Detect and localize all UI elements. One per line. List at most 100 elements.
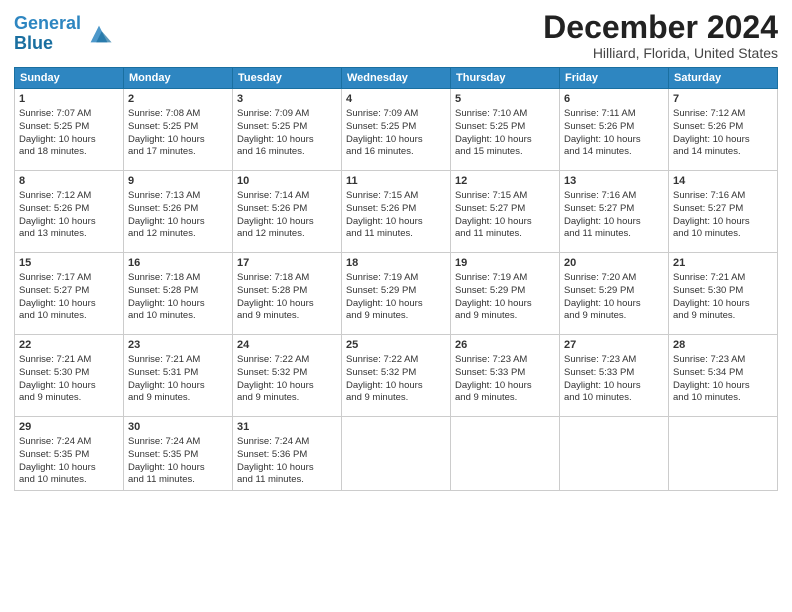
calendar-cell: 8Sunrise: 7:12 AMSunset: 5:26 PMDaylight… xyxy=(15,171,124,253)
day-number: 25 xyxy=(346,338,446,353)
day-number: 3 xyxy=(237,92,337,107)
day-info-line: Daylight: 10 hours xyxy=(19,462,119,475)
day-info-line: Sunset: 5:28 PM xyxy=(237,285,337,298)
day-info-line: Sunrise: 7:18 AM xyxy=(128,272,228,285)
day-info-line: Sunset: 5:36 PM xyxy=(237,449,337,462)
day-info-line: Sunset: 5:30 PM xyxy=(19,367,119,380)
day-info-line: and 9 minutes. xyxy=(455,310,555,323)
day-info-line: Daylight: 10 hours xyxy=(564,380,664,393)
calendar-cell: 2Sunrise: 7:08 AMSunset: 5:25 PMDaylight… xyxy=(124,89,233,171)
day-info-line: Daylight: 10 hours xyxy=(237,462,337,475)
day-info-line: and 11 minutes. xyxy=(128,474,228,487)
week-row: 29Sunrise: 7:24 AMSunset: 5:35 PMDayligh… xyxy=(15,417,778,491)
calendar-header-row: SundayMondayTuesdayWednesdayThursdayFrid… xyxy=(15,68,778,89)
col-header-wednesday: Wednesday xyxy=(342,68,451,89)
day-number: 10 xyxy=(237,174,337,189)
day-info-line: and 14 minutes. xyxy=(564,146,664,159)
day-info-line: Sunrise: 7:24 AM xyxy=(19,436,119,449)
day-info-line: Sunrise: 7:23 AM xyxy=(455,354,555,367)
day-number: 1 xyxy=(19,92,119,107)
day-info-line: Sunrise: 7:08 AM xyxy=(128,108,228,121)
day-info-line: Daylight: 10 hours xyxy=(128,380,228,393)
day-info-line: Daylight: 10 hours xyxy=(128,134,228,147)
calendar-cell: 28Sunrise: 7:23 AMSunset: 5:34 PMDayligh… xyxy=(669,335,778,417)
day-info-line: Daylight: 10 hours xyxy=(19,216,119,229)
day-number: 7 xyxy=(673,92,773,107)
calendar-cell: 13Sunrise: 7:16 AMSunset: 5:27 PMDayligh… xyxy=(560,171,669,253)
day-info-line: Sunrise: 7:09 AM xyxy=(237,108,337,121)
day-info-line: Sunset: 5:26 PM xyxy=(128,203,228,216)
day-info-line: Sunset: 5:33 PM xyxy=(455,367,555,380)
col-header-tuesday: Tuesday xyxy=(233,68,342,89)
calendar-cell xyxy=(451,417,560,491)
day-number: 23 xyxy=(128,338,228,353)
day-info-line: and 9 minutes. xyxy=(673,310,773,323)
calendar-cell: 22Sunrise: 7:21 AMSunset: 5:30 PMDayligh… xyxy=(15,335,124,417)
col-header-monday: Monday xyxy=(124,68,233,89)
day-info-line: Sunrise: 7:23 AM xyxy=(564,354,664,367)
calendar-cell: 24Sunrise: 7:22 AMSunset: 5:32 PMDayligh… xyxy=(233,335,342,417)
day-info-line: Sunset: 5:25 PM xyxy=(19,121,119,134)
day-info-line: Sunrise: 7:07 AM xyxy=(19,108,119,121)
day-info-line: Daylight: 10 hours xyxy=(455,216,555,229)
day-info-line: Daylight: 10 hours xyxy=(564,134,664,147)
day-info-line: Sunrise: 7:24 AM xyxy=(128,436,228,449)
day-number: 29 xyxy=(19,420,119,435)
day-info-line: and 10 minutes. xyxy=(564,392,664,405)
calendar-cell: 19Sunrise: 7:19 AMSunset: 5:29 PMDayligh… xyxy=(451,253,560,335)
day-info-line: Daylight: 10 hours xyxy=(237,134,337,147)
day-number: 4 xyxy=(346,92,446,107)
day-info-line: Sunrise: 7:21 AM xyxy=(19,354,119,367)
day-info-line: Sunrise: 7:12 AM xyxy=(673,108,773,121)
day-info-line: and 9 minutes. xyxy=(564,310,664,323)
col-header-thursday: Thursday xyxy=(451,68,560,89)
day-info-line: Daylight: 10 hours xyxy=(346,134,446,147)
calendar-cell: 31Sunrise: 7:24 AMSunset: 5:36 PMDayligh… xyxy=(233,417,342,491)
day-number: 21 xyxy=(673,256,773,271)
day-info-line: and 11 minutes. xyxy=(455,228,555,241)
calendar-cell: 18Sunrise: 7:19 AMSunset: 5:29 PMDayligh… xyxy=(342,253,451,335)
calendar-cell: 15Sunrise: 7:17 AMSunset: 5:27 PMDayligh… xyxy=(15,253,124,335)
day-info-line: Daylight: 10 hours xyxy=(673,298,773,311)
day-info-line: Sunrise: 7:12 AM xyxy=(19,190,119,203)
calendar-cell: 21Sunrise: 7:21 AMSunset: 5:30 PMDayligh… xyxy=(669,253,778,335)
day-info-line: Daylight: 10 hours xyxy=(346,216,446,229)
day-info-line: and 15 minutes. xyxy=(455,146,555,159)
day-info-line: Daylight: 10 hours xyxy=(673,216,773,229)
day-number: 28 xyxy=(673,338,773,353)
calendar-cell: 12Sunrise: 7:15 AMSunset: 5:27 PMDayligh… xyxy=(451,171,560,253)
calendar-cell: 5Sunrise: 7:10 AMSunset: 5:25 PMDaylight… xyxy=(451,89,560,171)
day-info-line: Sunrise: 7:13 AM xyxy=(128,190,228,203)
calendar-cell: 4Sunrise: 7:09 AMSunset: 5:25 PMDaylight… xyxy=(342,89,451,171)
day-info-line: Daylight: 10 hours xyxy=(346,380,446,393)
calendar-cell: 25Sunrise: 7:22 AMSunset: 5:32 PMDayligh… xyxy=(342,335,451,417)
day-number: 2 xyxy=(128,92,228,107)
day-info-line: Sunrise: 7:14 AM xyxy=(237,190,337,203)
day-info-line: and 16 minutes. xyxy=(237,146,337,159)
day-info-line: Sunset: 5:28 PM xyxy=(128,285,228,298)
day-number: 26 xyxy=(455,338,555,353)
calendar-cell: 9Sunrise: 7:13 AMSunset: 5:26 PMDaylight… xyxy=(124,171,233,253)
day-info-line: Sunset: 5:27 PM xyxy=(455,203,555,216)
day-info-line: Daylight: 10 hours xyxy=(346,298,446,311)
day-info-line: Daylight: 10 hours xyxy=(237,216,337,229)
month-title: December 2024 xyxy=(543,10,778,45)
day-info-line: Sunset: 5:27 PM xyxy=(564,203,664,216)
calendar-cell: 30Sunrise: 7:24 AMSunset: 5:35 PMDayligh… xyxy=(124,417,233,491)
week-row: 1Sunrise: 7:07 AMSunset: 5:25 PMDaylight… xyxy=(15,89,778,171)
day-info-line: and 12 minutes. xyxy=(128,228,228,241)
day-info-line: and 18 minutes. xyxy=(19,146,119,159)
day-info-line: Sunrise: 7:18 AM xyxy=(237,272,337,285)
day-info-line: Daylight: 10 hours xyxy=(128,298,228,311)
day-info-line: Sunset: 5:26 PM xyxy=(19,203,119,216)
day-info-line: Sunset: 5:32 PM xyxy=(346,367,446,380)
day-info-line: Sunset: 5:27 PM xyxy=(673,203,773,216)
day-info-line: Sunset: 5:31 PM xyxy=(128,367,228,380)
day-info-line: Sunset: 5:25 PM xyxy=(128,121,228,134)
calendar-cell: 20Sunrise: 7:20 AMSunset: 5:29 PMDayligh… xyxy=(560,253,669,335)
day-info-line: and 10 minutes. xyxy=(19,310,119,323)
day-info-line: and 9 minutes. xyxy=(237,392,337,405)
day-number: 9 xyxy=(128,174,228,189)
day-info-line: Daylight: 10 hours xyxy=(455,134,555,147)
calendar-cell xyxy=(669,417,778,491)
